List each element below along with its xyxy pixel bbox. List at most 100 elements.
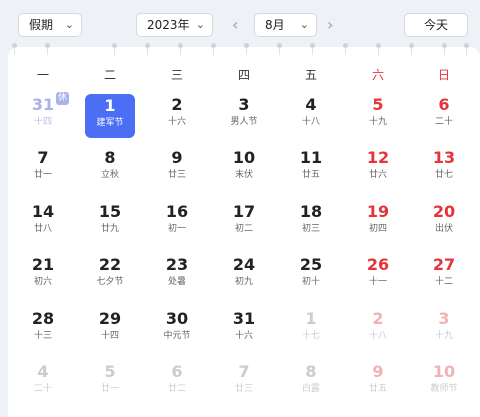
month-dropdown-label: 8月 xyxy=(265,18,285,32)
binder-ring xyxy=(343,43,348,55)
day-cell[interactable]: 20 出伏 xyxy=(413,200,475,246)
holiday-dropdown[interactable]: 假期 ⌄ xyxy=(18,13,82,37)
weekday-label: 五 xyxy=(304,68,317,82)
day-cell[interactable]: 14 廿八 xyxy=(12,200,74,246)
day-number: 13 xyxy=(432,148,456,167)
day-cell[interactable]: 6 二十 xyxy=(413,93,475,139)
day-number: 14 xyxy=(31,202,55,221)
lunar-label: 十九 xyxy=(368,117,387,127)
day-cell[interactable]: 9 廿五 xyxy=(347,360,409,406)
day-cell[interactable]: 8 白露 xyxy=(280,360,342,406)
day-cell[interactable]: 17 初二 xyxy=(213,200,275,246)
lunar-label: 男人节 xyxy=(230,117,258,127)
lunar-label: 末伏 xyxy=(234,170,253,180)
lunar-label: 初二 xyxy=(234,224,253,234)
day-cell[interactable]: 10 末伏 xyxy=(213,146,275,192)
day-cell[interactable]: 22 七夕节 xyxy=(79,253,141,299)
day-number: 23 xyxy=(165,255,189,274)
day-cell[interactable]: 4 十八 xyxy=(280,93,342,139)
day-cell[interactable]: 1 十七 xyxy=(280,307,342,353)
day-cell[interactable]: 24 初九 xyxy=(213,253,275,299)
day-cell[interactable]: 30 中元节 xyxy=(146,307,208,353)
holiday-dropdown-label: 假期 xyxy=(29,18,54,32)
day-number: 10 xyxy=(432,362,456,381)
binder-ring xyxy=(211,43,216,55)
today-button[interactable]: 今天 xyxy=(404,13,468,37)
lunar-label: 七夕节 xyxy=(96,277,124,287)
day-cell[interactable]: 9 廿三 xyxy=(146,146,208,192)
weekday-label: 一 xyxy=(36,68,49,82)
day-number: 18 xyxy=(299,202,323,221)
day-cell[interactable]: 3 十九 xyxy=(413,307,475,353)
day-cell[interactable]: 28 十三 xyxy=(12,307,74,353)
month-dropdown[interactable]: 8月 ⌄ xyxy=(254,13,317,37)
day-number: 9 xyxy=(171,148,183,167)
lunar-label: 十六 xyxy=(234,331,253,341)
day-cell[interactable]: 21 初六 xyxy=(12,253,74,299)
day-cell[interactable]: 12 廿六 xyxy=(347,146,409,192)
lunar-label: 十八 xyxy=(368,331,387,341)
lunar-label: 廿二 xyxy=(167,384,186,394)
day-cell[interactable]: 5 廿一 xyxy=(79,360,141,406)
lunar-label: 十一 xyxy=(368,277,387,287)
day-cell[interactable]: 4 二十 xyxy=(12,360,74,406)
lunar-label: 教师节 xyxy=(430,384,458,394)
day-cell[interactable]: 7 廿一 xyxy=(12,146,74,192)
day-number: 5 xyxy=(104,362,116,381)
lunar-label: 建军节 xyxy=(96,118,124,128)
day-cell[interactable]: 13 廿七 xyxy=(413,146,475,192)
binder-ring xyxy=(376,43,381,55)
day-cell[interactable]: 2 十六 xyxy=(146,93,208,139)
day-number: 15 xyxy=(98,202,122,221)
day-number: 4 xyxy=(37,362,49,381)
binder-ring xyxy=(310,43,315,55)
day-cell[interactable]: 23 处暑 xyxy=(146,253,208,299)
day-number: 5 xyxy=(372,95,384,114)
day-number: 24 xyxy=(232,255,256,274)
lunar-label: 十四 xyxy=(100,331,119,341)
day-cell[interactable]: 18 初三 xyxy=(280,200,342,246)
lunar-label: 廿六 xyxy=(368,170,387,180)
lunar-label: 初一 xyxy=(167,224,186,234)
day-cell[interactable]: 19 初四 xyxy=(347,200,409,246)
day-cell[interactable]: 10 教师节 xyxy=(413,360,475,406)
lunar-label: 出伏 xyxy=(434,224,453,234)
day-cell[interactable]: 3 男人节 xyxy=(213,93,275,139)
day-cell[interactable]: 15 廿九 xyxy=(79,200,141,246)
lunar-label: 初十 xyxy=(301,277,320,287)
binder-ring xyxy=(442,43,447,55)
binder-ring xyxy=(244,43,249,55)
day-cell[interactable]: 1 建军节 xyxy=(85,94,135,138)
lunar-label: 十六 xyxy=(167,117,186,127)
day-cell[interactable]: 31 十六 xyxy=(213,307,275,353)
day-number: 17 xyxy=(232,202,256,221)
day-cell[interactable]: 11 廿五 xyxy=(280,146,342,192)
lunar-label: 十四 xyxy=(33,117,52,127)
day-cell[interactable]: 27 十二 xyxy=(413,253,475,299)
lunar-label: 初六 xyxy=(33,277,52,287)
day-cell[interactable]: 26 十一 xyxy=(347,253,409,299)
day-cell[interactable]: 25 初十 xyxy=(280,253,342,299)
day-cell[interactable]: 16 初一 xyxy=(146,200,208,246)
day-cell[interactable]: 7 廿三 xyxy=(213,360,275,406)
chevron-left-icon[interactable]: ‹ xyxy=(232,12,238,38)
binder-ring xyxy=(277,43,282,55)
day-number: 1 xyxy=(104,96,116,115)
day-number: 21 xyxy=(31,255,55,274)
chevron-right-icon[interactable]: › xyxy=(327,12,333,38)
lunar-label: 二十 xyxy=(33,384,52,394)
day-number: 26 xyxy=(366,255,390,274)
lunar-label: 廿九 xyxy=(100,224,119,234)
lunar-label: 十九 xyxy=(434,331,453,341)
binder-ring xyxy=(45,43,50,55)
lunar-label: 廿三 xyxy=(167,170,186,180)
day-number: 20 xyxy=(432,202,456,221)
day-cell[interactable]: 8 立秋 xyxy=(79,146,141,192)
day-cell[interactable]: 29 十四 xyxy=(79,307,141,353)
lunar-label: 白露 xyxy=(301,384,320,394)
day-cell[interactable]: 5 十九 xyxy=(347,93,409,139)
year-dropdown-label: 2023年 xyxy=(147,18,190,32)
day-cell[interactable]: 6 廿二 xyxy=(146,360,208,406)
day-cell[interactable]: 2 十八 xyxy=(347,307,409,353)
year-dropdown[interactable]: 2023年 ⌄ xyxy=(136,13,213,37)
